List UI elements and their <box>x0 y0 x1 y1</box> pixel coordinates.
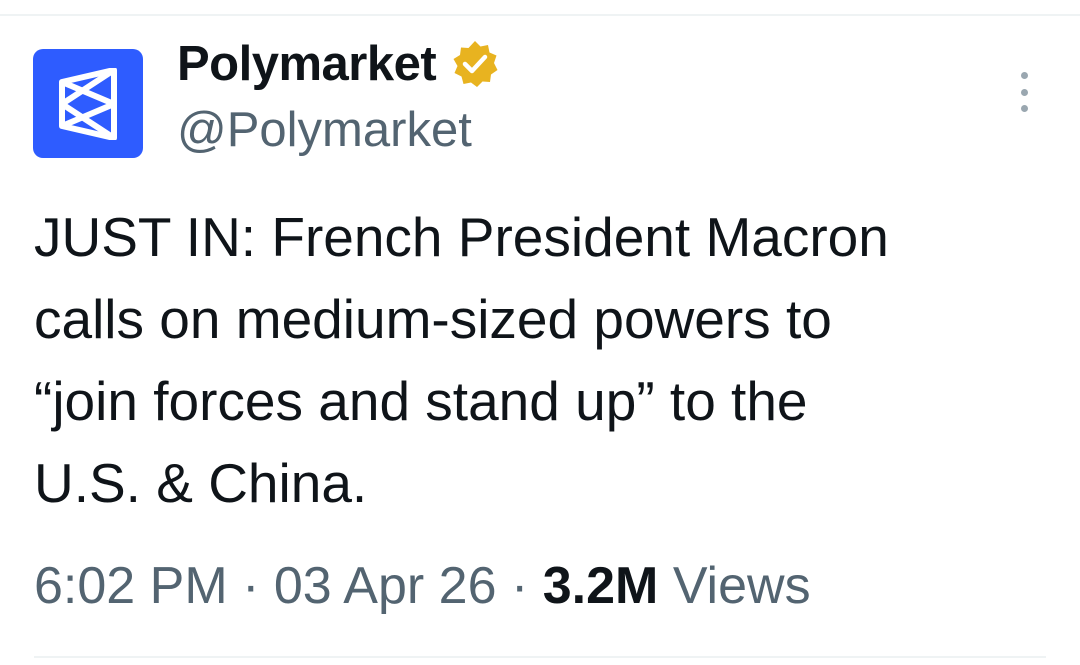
tweet-text-line: calls on medium-sized powers to <box>34 288 832 350</box>
meta-separator: · <box>510 557 529 615</box>
more-options-icon[interactable] <box>1010 72 1038 112</box>
tweet-text-line: “join forces and stand up” to the <box>34 370 808 432</box>
verified-badge-icon[interactable] <box>450 39 500 89</box>
author-name-row: Polymarket <box>177 33 500 95</box>
polymarket-logo-icon <box>59 67 117 140</box>
tweet-text: JUST IN: French President Macron calls o… <box>34 196 1054 524</box>
top-divider <box>0 14 1080 16</box>
tweet-text-line: U.S. & China. <box>34 452 368 514</box>
author-handle[interactable]: @Polymarket <box>177 103 472 158</box>
views-count[interactable]: 3.2M <box>543 557 659 615</box>
avatar[interactable] <box>33 49 143 158</box>
meta-separator: · <box>242 557 260 615</box>
tweet-meta: 6:02 PM · 03 Apr 26 · 3.2M Views <box>34 552 811 620</box>
bottom-divider <box>34 656 1046 658</box>
tweet-date[interactable]: 03 Apr 26 <box>274 557 497 615</box>
display-name[interactable]: Polymarket <box>177 39 437 89</box>
tweet-time[interactable]: 6:02 PM <box>34 557 228 615</box>
views-label: Views <box>672 557 811 615</box>
tweet-text-line: JUST IN: French President Macron <box>34 206 889 268</box>
